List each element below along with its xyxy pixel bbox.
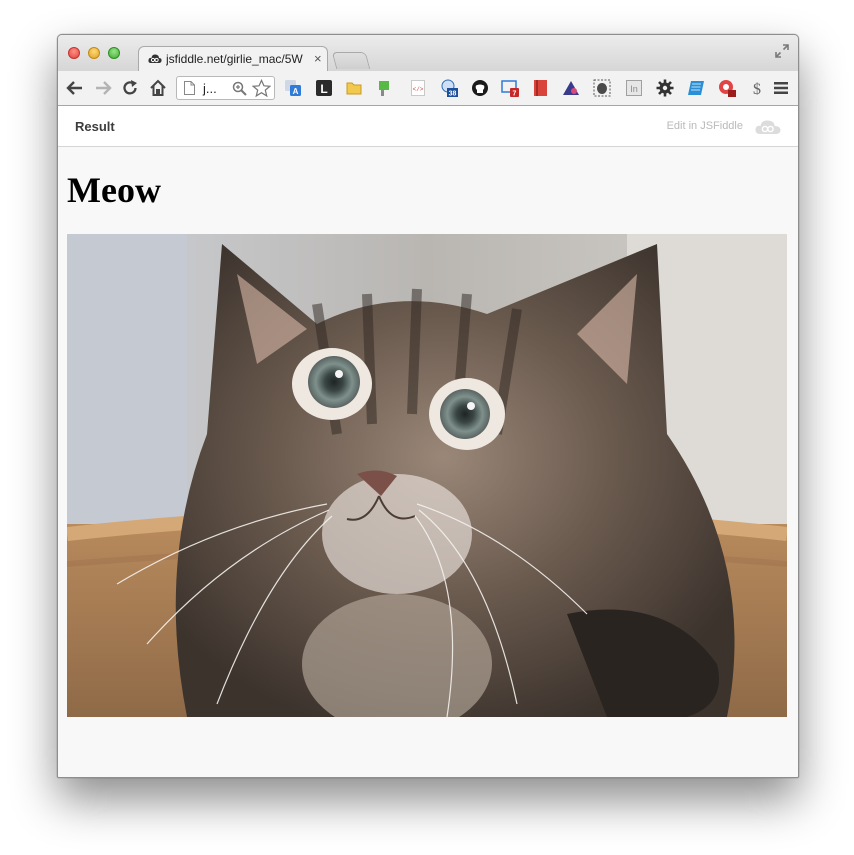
browser-toolbar: j... A L </> 38 7 In $ — [58, 71, 798, 106]
page-heading: Meow — [67, 170, 161, 210]
address-text: j... — [203, 81, 217, 96]
blue-note-icon[interactable] — [687, 79, 705, 97]
browser-window: jsfiddle.net/girlie_mac/5W × j... A L </… — [57, 34, 799, 778]
folder-icon[interactable] — [345, 79, 363, 97]
red-book-icon[interactable] — [532, 79, 550, 97]
bookmark-star-icon[interactable] — [252, 79, 271, 98]
svg-text:A: A — [293, 87, 299, 96]
code-page-icon[interactable]: </> — [409, 79, 427, 97]
svg-text:L: L — [320, 82, 327, 96]
minimize-window-button[interactable] — [88, 47, 100, 59]
zoom-icon[interactable] — [232, 81, 247, 96]
l-letter-icon[interactable]: L — [315, 79, 333, 97]
title-bar: jsfiddle.net/girlie_mac/5W × — [58, 35, 798, 72]
reload-icon[interactable] — [121, 79, 139, 97]
browser-tab-active[interactable]: jsfiddle.net/girlie_mac/5W × — [138, 46, 328, 72]
svg-text:</>: </> — [413, 86, 424, 93]
close-window-button[interactable] — [68, 47, 80, 59]
address-bar[interactable]: j... — [176, 76, 275, 100]
result-content: Meow — [58, 147, 798, 777]
back-arrow-icon[interactable] — [66, 79, 84, 97]
evernote-icon[interactable] — [593, 79, 611, 97]
red-circle-icon[interactable] — [718, 79, 736, 97]
svg-text:In: In — [630, 84, 638, 94]
home-icon[interactable] — [149, 79, 167, 97]
tab-close-icon[interactable]: × — [314, 51, 322, 66]
kitten-photo — [67, 234, 787, 717]
page-icon — [184, 81, 195, 95]
screen-capture-icon[interactable]: 7 — [501, 79, 519, 97]
result-label: Result — [75, 119, 115, 134]
alert-badge: 7 — [513, 91, 517, 98]
jsfiddle-cloud-icon — [148, 54, 162, 63]
linkedin-icon[interactable]: In — [625, 79, 643, 97]
gear-icon[interactable] — [656, 79, 674, 97]
zoom-window-button[interactable] — [108, 47, 120, 59]
new-tab-button[interactable] — [331, 52, 371, 69]
edit-in-jsfiddle-link[interactable]: Edit in JSFiddle — [667, 120, 743, 132]
svg-text:$: $ — [753, 81, 761, 97]
jsfiddle-cloud-logo-icon[interactable] — [754, 118, 782, 136]
tab-title: jsfiddle.net/girlie_mac/5W — [166, 52, 303, 66]
dollar-icon[interactable]: $ — [748, 79, 766, 97]
green-bag-icon[interactable] — [376, 79, 394, 97]
forward-arrow-icon[interactable] — [94, 79, 112, 97]
hamburger-menu-icon[interactable] — [774, 81, 788, 95]
fullscreen-expand-icon[interactable] — [775, 44, 789, 58]
jsfiddle-result-header: Result Edit in JSFiddle — [58, 106, 798, 147]
github-icon[interactable] — [471, 79, 489, 97]
count-badge: 38 — [449, 91, 457, 98]
translate-icon[interactable]: A — [284, 79, 302, 97]
kitten-photo-drawing — [67, 234, 787, 717]
badge-38-icon[interactable]: 38 — [440, 79, 458, 97]
purple-ext-icon[interactable] — [562, 79, 580, 97]
